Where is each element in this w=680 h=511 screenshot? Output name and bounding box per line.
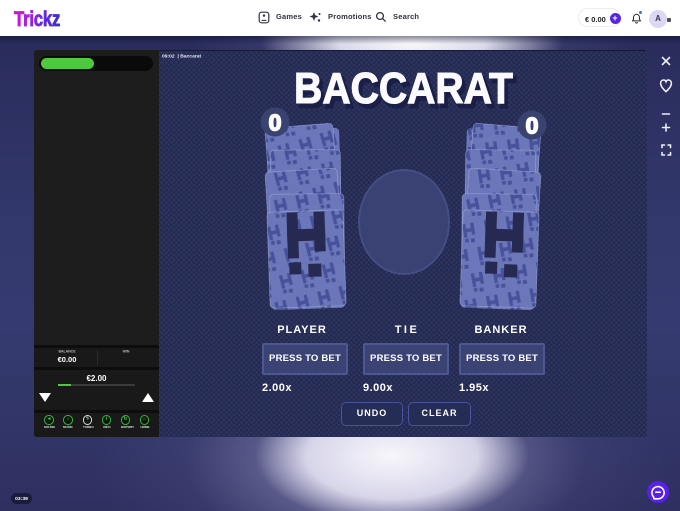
svg-text:0: 0 xyxy=(526,113,539,139)
svg-text:BACCARAT: BACCARAT xyxy=(294,63,513,113)
svg-text:0: 0 xyxy=(269,110,282,136)
svg-text:Trickz: Trickz xyxy=(14,8,60,31)
